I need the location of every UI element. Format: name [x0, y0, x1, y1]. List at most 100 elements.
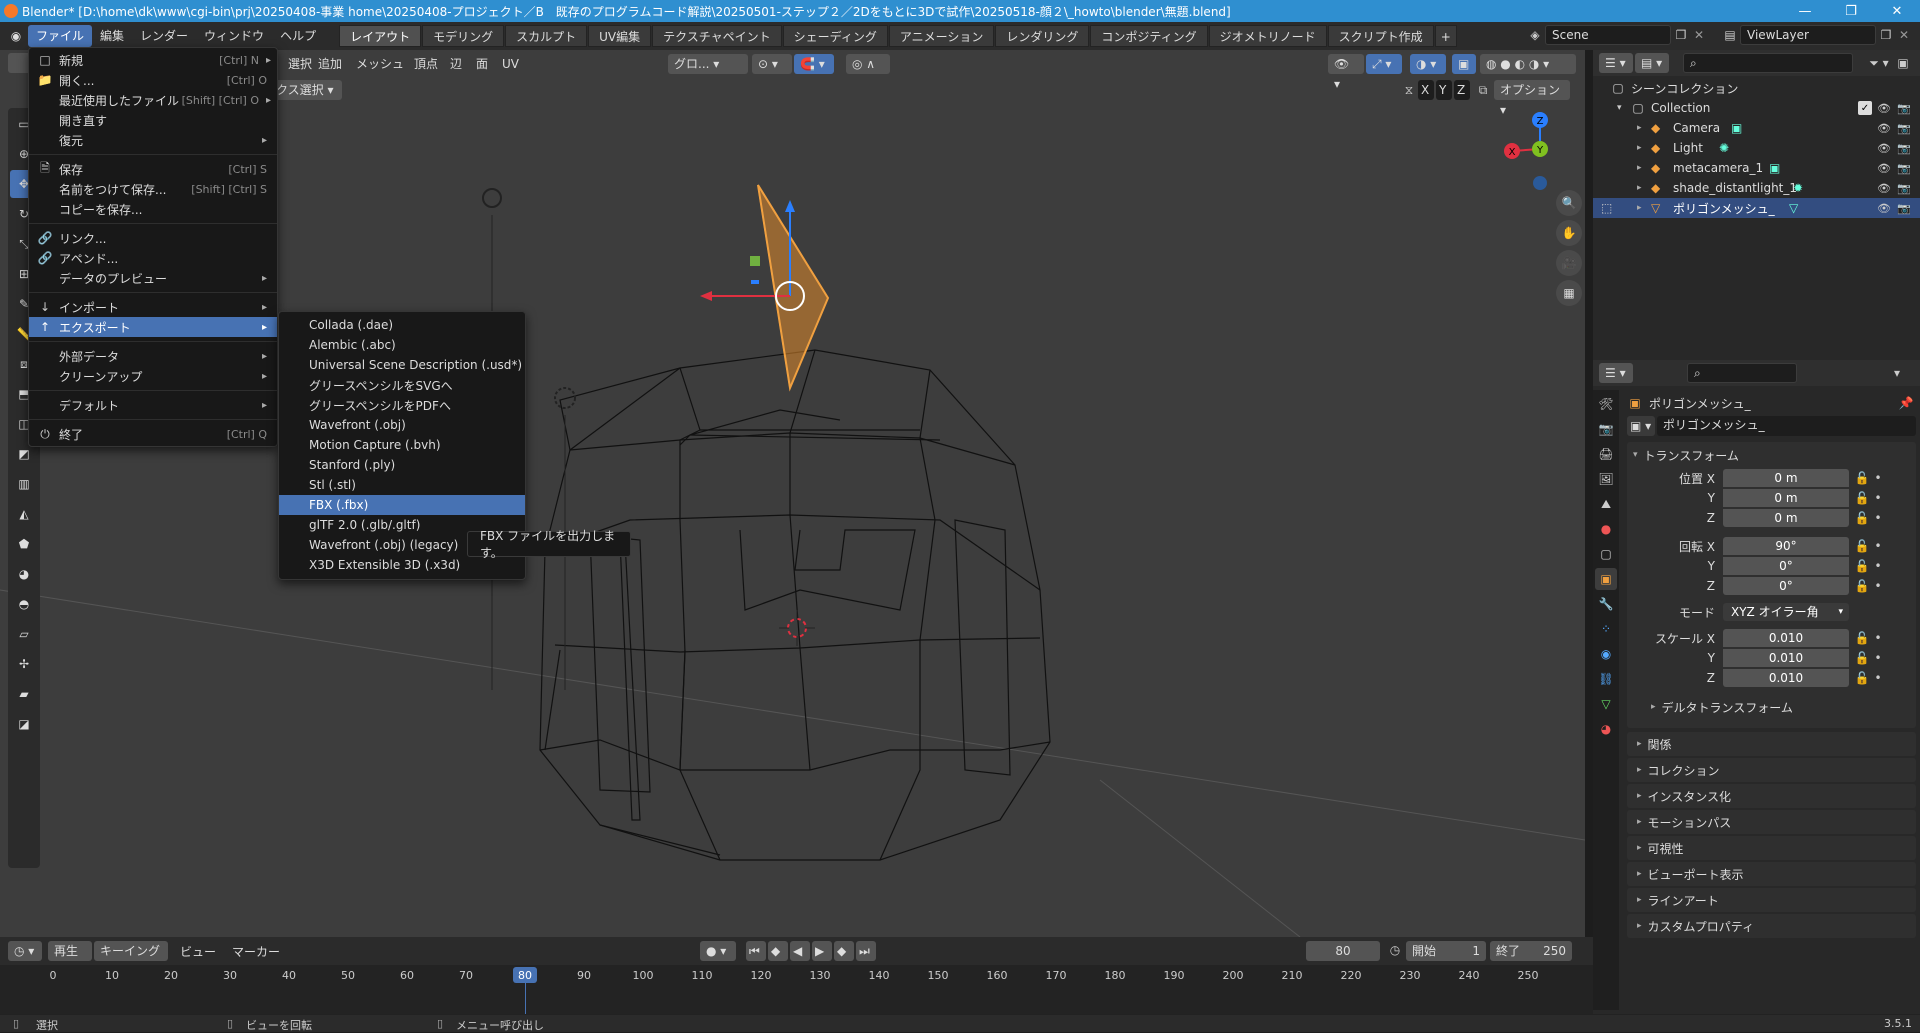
visibility-eye-icon[interactable]: 👁	[1877, 201, 1891, 215]
gizmo-neg-z-icon[interactable]	[1533, 176, 1547, 190]
tool-spin-icon[interactable]: ◕	[10, 560, 38, 588]
expand-arrow-icon[interactable]: ▸	[1637, 183, 1642, 193]
auto-keying-toggle[interactable]: ● ▾	[700, 941, 736, 961]
location-x-field[interactable]: 0 m	[1723, 469, 1849, 487]
render-camera-icon[interactable]: 📷	[1897, 201, 1911, 215]
export-obj[interactable]: Wavefront (.obj)	[279, 415, 525, 435]
grid-view-icon[interactable]: ▦	[1556, 280, 1582, 306]
outliner-object-polygon-mesh[interactable]: ⬚ ▸ ▽ ポリゴンメッシュ_ ▽ 👁 📷	[1593, 198, 1920, 218]
lock-icon[interactable]: 🔓	[1853, 539, 1871, 553]
line-art-panel[interactable]: ▸ ラインアート	[1627, 888, 1916, 912]
edit-mode-icon[interactable]: ⬚	[1601, 201, 1612, 215]
relations-panel[interactable]: ▸ 関係	[1627, 732, 1916, 756]
lock-icon[interactable]: 🔓	[1853, 491, 1871, 505]
current-frame-field[interactable]: 80	[1306, 941, 1380, 961]
file-menu-save[interactable]: 🗎 保存 [Ctrl] S	[29, 159, 277, 179]
camera-view-icon[interactable]: 🎥	[1556, 250, 1582, 276]
scale-x-field[interactable]: 0.010	[1723, 629, 1849, 647]
file-menu-new[interactable]: □ 新規 [Ctrl] N ▸	[29, 50, 277, 70]
move-gizmo-z-arrow[interactable]	[785, 200, 795, 212]
export-collada[interactable]: Collada (.dae)	[279, 315, 525, 335]
location-y-field[interactable]: 0 m	[1723, 489, 1849, 507]
jump-end-icon[interactable]: ⏭	[856, 941, 876, 961]
remove-scene-icon[interactable]: ✕	[1691, 28, 1707, 42]
menu-render[interactable]: レンダー	[132, 25, 196, 47]
file-menu-recent[interactable]: 最近使用したファイル [Shift] [Ctrl] O ▸	[29, 90, 277, 110]
jump-start-icon[interactable]: ⏮	[746, 941, 766, 961]
visibility-eye-icon[interactable]: 👁	[1877, 161, 1891, 175]
render-camera-icon[interactable]: 📷	[1897, 121, 1911, 135]
keyframe-dot-icon[interactable]: •	[1871, 559, 1885, 573]
jump-keyframe-forward-icon[interactable]: ◆	[834, 941, 854, 961]
tab-texture-paint[interactable]: テクスチャペイント	[652, 25, 782, 47]
new-collection-icon[interactable]: ▣	[1893, 56, 1913, 70]
visibility-panel[interactable]: ▸ 可視性	[1627, 836, 1916, 860]
keyframe-dot-icon[interactable]: •	[1871, 471, 1885, 485]
menu-edit[interactable]: 編集	[92, 25, 132, 47]
tool-smooth-icon[interactable]: ◓	[10, 590, 38, 618]
material-tab-icon[interactable]: ◕	[1595, 718, 1617, 740]
file-menu-recover[interactable]: 復元 ▸	[29, 130, 277, 150]
collection-tab-icon[interactable]: ▢	[1595, 543, 1617, 565]
file-menu-save-copy[interactable]: コピーを保存...	[29, 199, 277, 219]
keying-menu[interactable]: キーイング ▾	[94, 941, 168, 978]
export-bvh[interactable]: Motion Capture (.bvh)	[279, 435, 525, 455]
visibility-eye-icon[interactable]: 👁	[1877, 181, 1891, 195]
object-name-field[interactable]: ポリゴンメッシュ_	[1656, 416, 1916, 436]
tool-tab-icon[interactable]: 🛠	[1595, 393, 1617, 415]
properties-search-input[interactable]: ⌕	[1687, 363, 1797, 383]
keyframe-dot-icon[interactable]: •	[1871, 511, 1885, 525]
file-menu-save-as[interactable]: 名前をつけて保存... [Shift] [Ctrl] S	[29, 179, 277, 199]
outliner-object-metacamera[interactable]: ▸ ◆ metacamera_1 ▣ 👁 📷	[1593, 158, 1920, 178]
lock-icon[interactable]: 🔓	[1853, 671, 1871, 685]
file-menu-link[interactable]: 🔗 リンク...	[29, 228, 277, 248]
output-tab-icon[interactable]: 🖨	[1595, 443, 1617, 465]
exclude-checkbox[interactable]: ✓	[1858, 101, 1872, 115]
properties-editor-type-button[interactable]: ☰ ▾	[1599, 363, 1633, 383]
tab-sculpt[interactable]: スカルプト	[505, 25, 588, 47]
minimize-button[interactable]: —	[1782, 0, 1828, 22]
instancing-panel[interactable]: ▸ インスタンス化	[1627, 784, 1916, 808]
scene-tab-icon[interactable]: ⛰	[1595, 493, 1617, 515]
file-menu-open[interactable]: 📁 開く... [Ctrl] O	[29, 70, 277, 90]
play-icon[interactable]: ▶	[812, 941, 832, 961]
outliner-editor-type-button[interactable]: ☰ ▾	[1599, 53, 1633, 73]
jump-keyframe-back-icon[interactable]: ◆	[768, 941, 788, 961]
export-stl[interactable]: Stl (.stl)	[279, 475, 525, 495]
distant-light-object-icon[interactable]	[554, 387, 576, 409]
move-gizmo-x-arrow[interactable]	[700, 291, 712, 301]
viewport-display-panel[interactable]: ▸ ビューポート表示	[1627, 862, 1916, 886]
file-menu-import[interactable]: ↓ インポート ▸	[29, 297, 277, 317]
rotation-mode-dropdown[interactable]: XYZ オイラー角 ▾	[1723, 603, 1849, 621]
keyframe-dot-icon[interactable]: •	[1871, 631, 1885, 645]
expand-arrow-icon[interactable]: ▸	[1637, 203, 1642, 213]
frame-end-field[interactable]: 終了 250	[1490, 941, 1572, 961]
motion-paths-panel[interactable]: ▸ モーションパス	[1627, 810, 1916, 834]
custom-properties-panel[interactable]: ▸ カスタムプロパティ	[1627, 914, 1916, 938]
restore-button[interactable]: ❐	[1828, 0, 1874, 22]
export-gpencil-svg[interactable]: グリースペンシルをSVGへ	[279, 375, 525, 395]
render-tab-icon[interactable]: 📷	[1595, 418, 1617, 440]
expand-arrow-icon[interactable]: ▸	[1637, 143, 1642, 153]
view-menu[interactable]: ビュー	[180, 943, 216, 960]
file-menu-revert[interactable]: 開き直す	[29, 110, 277, 130]
tool-shear-icon[interactable]: ▰	[10, 680, 38, 708]
light-object-icon[interactable]	[482, 188, 502, 208]
modifier-tab-icon[interactable]: 🔧	[1595, 593, 1617, 615]
transform-panel-header[interactable]: ▾ トランスフォーム	[1627, 442, 1916, 468]
play-reverse-icon[interactable]: ◀	[790, 941, 810, 961]
render-camera-icon[interactable]: 📷	[1897, 101, 1911, 115]
physics-tab-icon[interactable]: ◉	[1595, 643, 1617, 665]
export-usd[interactable]: Universal Scene Description (.usd*)	[279, 355, 525, 375]
tool-shrink-fatten-icon[interactable]: ✢	[10, 650, 38, 678]
properties-options-icon[interactable]: ▾	[1887, 366, 1907, 380]
outliner-object-camera[interactable]: ▸ ◆ Camera ▣ 👁 📷	[1593, 118, 1920, 138]
render-camera-icon[interactable]: 📷	[1897, 141, 1911, 155]
visibility-eye-icon[interactable]: 👁	[1877, 141, 1891, 155]
lock-icon[interactable]: 🔓	[1853, 559, 1871, 573]
rotation-y-field[interactable]: 0°	[1723, 557, 1849, 575]
zoom-icon[interactable]: 🔍	[1556, 190, 1582, 216]
keyframe-dot-icon[interactable]: •	[1871, 671, 1885, 685]
tab-modeling[interactable]: モデリング	[422, 25, 505, 47]
file-menu-append[interactable]: 🔗 アペンド...	[29, 248, 277, 268]
